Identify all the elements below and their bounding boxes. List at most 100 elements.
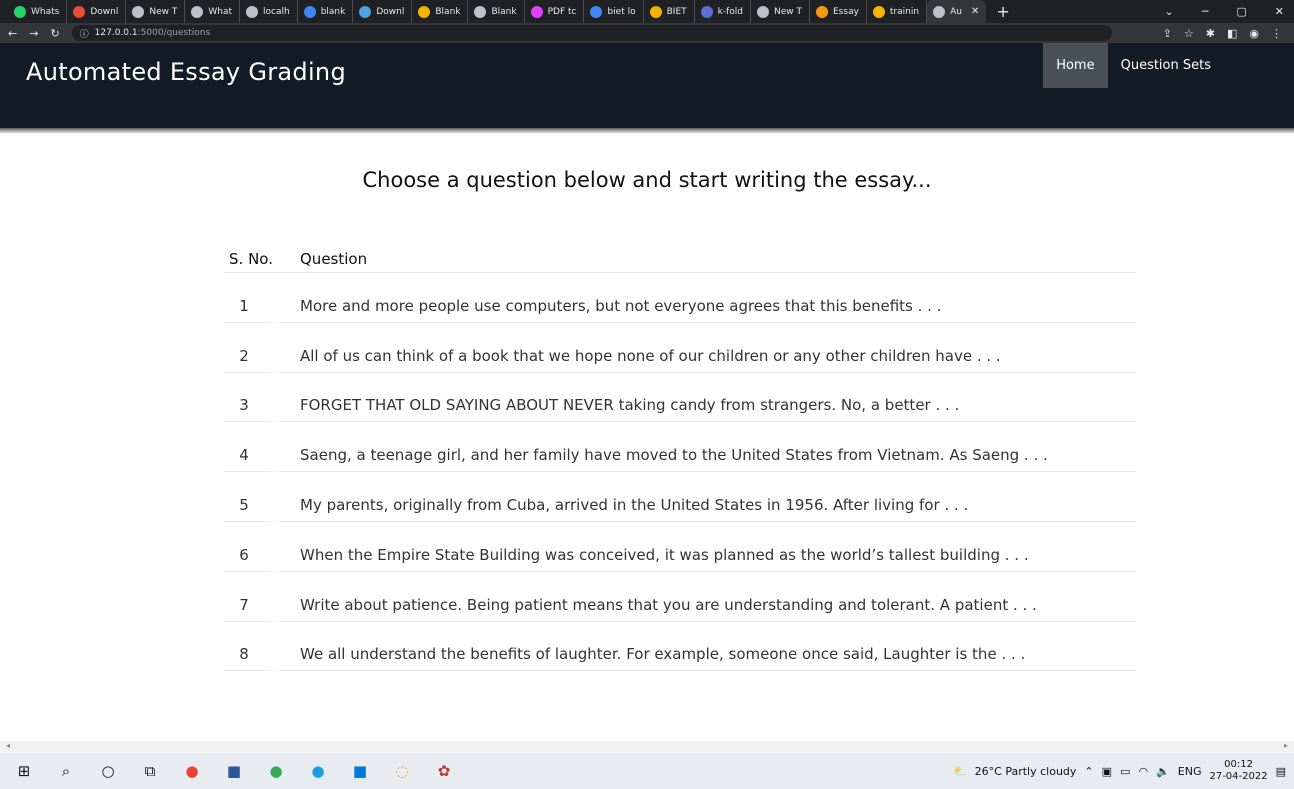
browser-tab[interactable]: k-fold <box>695 0 751 23</box>
question-text-link[interactable]: FORGET THAT OLD SAYING ABOUT NEVER takin… <box>280 373 1136 423</box>
question-text-link[interactable]: My parents, originally from Cuba, arrive… <box>280 472 1136 522</box>
chrome-profile-icon[interactable]: ● <box>266 761 286 781</box>
tab-label: PDF tc <box>547 6 577 17</box>
reload-icon[interactable]: ↻ <box>50 27 59 40</box>
chrome-icon[interactable]: ● <box>182 761 202 781</box>
table-row[interactable]: 6 When the Empire State Building was conc… <box>224 521 1136 572</box>
table-row[interactable]: 8 We all understand the benefits of laugh… <box>224 621 1136 672</box>
browser-tab[interactable]: Downl <box>353 0 413 23</box>
question-number: 5 <box>224 472 280 522</box>
question-text-link[interactable]: Write about patience. Being patient mean… <box>280 572 1136 622</box>
question-text-link[interactable]: Saeng, a teenage girl, and her family ha… <box>280 422 1136 473</box>
tray-app-icon[interactable]: ▣ <box>1102 765 1112 778</box>
browser-tab[interactable]: New T <box>126 0 186 23</box>
browser-tab[interactable]: New T <box>751 0 810 23</box>
weather-text[interactable]: 26°C Partly cloudy <box>975 765 1077 778</box>
browser-tab[interactable]: blank <box>298 0 354 23</box>
browser-tab[interactable]: PDF tc <box>525 0 585 23</box>
clock[interactable]: 00:12 27-04-2022 <box>1209 759 1267 783</box>
question-number: 7 <box>224 571 280 622</box>
browser-tab[interactable]: Whats <box>8 0 68 23</box>
battery-icon[interactable]: ▭ <box>1120 765 1130 778</box>
tab-label: blank <box>320 6 346 17</box>
question-number: 1 <box>224 273 280 323</box>
extensions-icon[interactable]: ✱ <box>1206 27 1215 40</box>
share-icon[interactable]: ⇪ <box>1163 27 1172 40</box>
tab-close-icon[interactable]: ✕ <box>971 6 979 17</box>
settings-app-icon[interactable]: ✿ <box>434 761 454 781</box>
table-row[interactable]: 2 All of us can think of a book that we h… <box>224 322 1136 373</box>
table-row[interactable]: 5 My parents, originally from Cuba, arriv… <box>224 472 1136 522</box>
horizontal-scrollbar[interactable]: ◂ ▸ <box>0 741 1294 753</box>
browser-tab[interactable]: Downl <box>67 0 127 23</box>
app-navbar: Automated Essay Grading Home Question Se… <box>0 43 1294 130</box>
scroll-left-icon[interactable]: ◂ <box>6 741 10 750</box>
task-view-icon[interactable]: ⧉ <box>140 761 160 781</box>
sidepanel-icon[interactable]: ◧ <box>1227 27 1237 40</box>
tab-label: Au <box>950 6 962 17</box>
new-tab-button[interactable]: + <box>986 2 1019 21</box>
bookmark-star-icon[interactable]: ☆ <box>1184 27 1194 40</box>
address-bar[interactable]: ⓘ 127.0.0.1:5000/questions <box>71 25 1112 41</box>
browser-tab[interactable]: biet lo <box>584 0 644 23</box>
table-row[interactable]: 1 More and more people use computers, but… <box>224 273 1136 323</box>
notifications-icon[interactable]: ▤ <box>1276 765 1286 778</box>
tab-favicon-icon <box>14 5 26 18</box>
tab-favicon-icon <box>191 5 204 18</box>
browser-tab[interactable]: trainin <box>867 0 928 23</box>
minimize-button[interactable]: ─ <box>1202 5 1209 18</box>
photos-icon[interactable]: ■ <box>350 761 370 781</box>
nav-links: Home Question Sets <box>1043 43 1224 88</box>
info-icon[interactable]: ⓘ <box>80 27 89 40</box>
tab-label: BIET <box>666 6 687 17</box>
menu-icon[interactable]: ⋮ <box>1271 27 1282 40</box>
browser-tab[interactable]: localh <box>240 0 298 23</box>
edge-icon[interactable]: ● <box>308 761 328 781</box>
nav-home-link[interactable]: Home <box>1043 43 1108 88</box>
table-row[interactable]: 3 FORGET THAT OLD SAYING ABOUT NEVER taki… <box>224 372 1136 423</box>
table-header-row: S. No. Question <box>224 245 1136 273</box>
question-number: 2 <box>224 322 280 373</box>
tab-label: Essay <box>833 6 859 17</box>
browser-tab[interactable]: What <box>185 0 241 23</box>
question-text-link[interactable]: When the Empire State Building was conce… <box>280 522 1136 572</box>
back-icon[interactable]: ← <box>8 27 17 40</box>
question-number: 6 <box>224 521 280 572</box>
browser-tab[interactable]: Blank <box>468 0 525 23</box>
app-icon[interactable]: ◌ <box>392 761 412 781</box>
address-path: :5000/questions <box>137 28 211 38</box>
language-indicator[interactable]: ENG <box>1178 765 1202 778</box>
windows-start-icon[interactable]: ⊞ <box>14 761 34 781</box>
browser-tab[interactable]: BIET <box>644 0 695 23</box>
question-text-link[interactable]: More and more people use computers, but … <box>280 273 1136 323</box>
table-row[interactable]: 4 Saeng, a teenage girl, and her family h… <box>224 422 1136 473</box>
question-text-link[interactable]: We all understand the benefits of laught… <box>280 622 1136 672</box>
close-window-button[interactable]: ✕ <box>1275 5 1284 18</box>
question-text-link[interactable]: All of us can think of a book that we ho… <box>280 323 1136 373</box>
maximize-button[interactable]: ▢ <box>1236 5 1246 18</box>
browser-tab[interactable]: Blank <box>412 0 469 23</box>
tray-expand-icon[interactable]: ⌃ <box>1084 765 1093 778</box>
tab-search-icon[interactable]: ⌄ <box>1165 5 1174 18</box>
nav-question-sets-link[interactable]: Question Sets <box>1108 43 1224 88</box>
sno-column-header: S. No. <box>224 245 280 273</box>
volume-icon[interactable]: 🔈 <box>1156 765 1170 778</box>
tab-label: Blank <box>435 6 461 17</box>
scroll-right-icon[interactable]: ▸ <box>1284 741 1288 750</box>
browser-tab[interactable]: Essay <box>810 0 867 23</box>
question-number: 8 <box>224 621 280 672</box>
forward-icon[interactable]: → <box>29 27 38 40</box>
profile-avatar[interactable]: ◉ <box>1249 27 1259 40</box>
tab-favicon-icon <box>132 5 145 18</box>
page-heading: Choose a question below and start writin… <box>362 168 932 192</box>
browser-tab[interactable]: Au ✕ <box>927 0 987 23</box>
app-brand[interactable]: Automated Essay Grading <box>26 58 346 86</box>
word-icon[interactable]: ■ <box>224 761 244 781</box>
weather-icon[interactable]: ⛅ <box>953 765 967 778</box>
cortana-icon[interactable]: ○ <box>98 761 118 781</box>
tab-label: Downl <box>376 6 405 17</box>
tab-favicon-icon <box>418 5 431 18</box>
wifi-icon[interactable]: ◠ <box>1138 765 1148 778</box>
search-icon[interactable]: ⌕ <box>56 761 76 781</box>
table-row[interactable]: 7 Write about patience. Being patient mea… <box>224 571 1136 622</box>
